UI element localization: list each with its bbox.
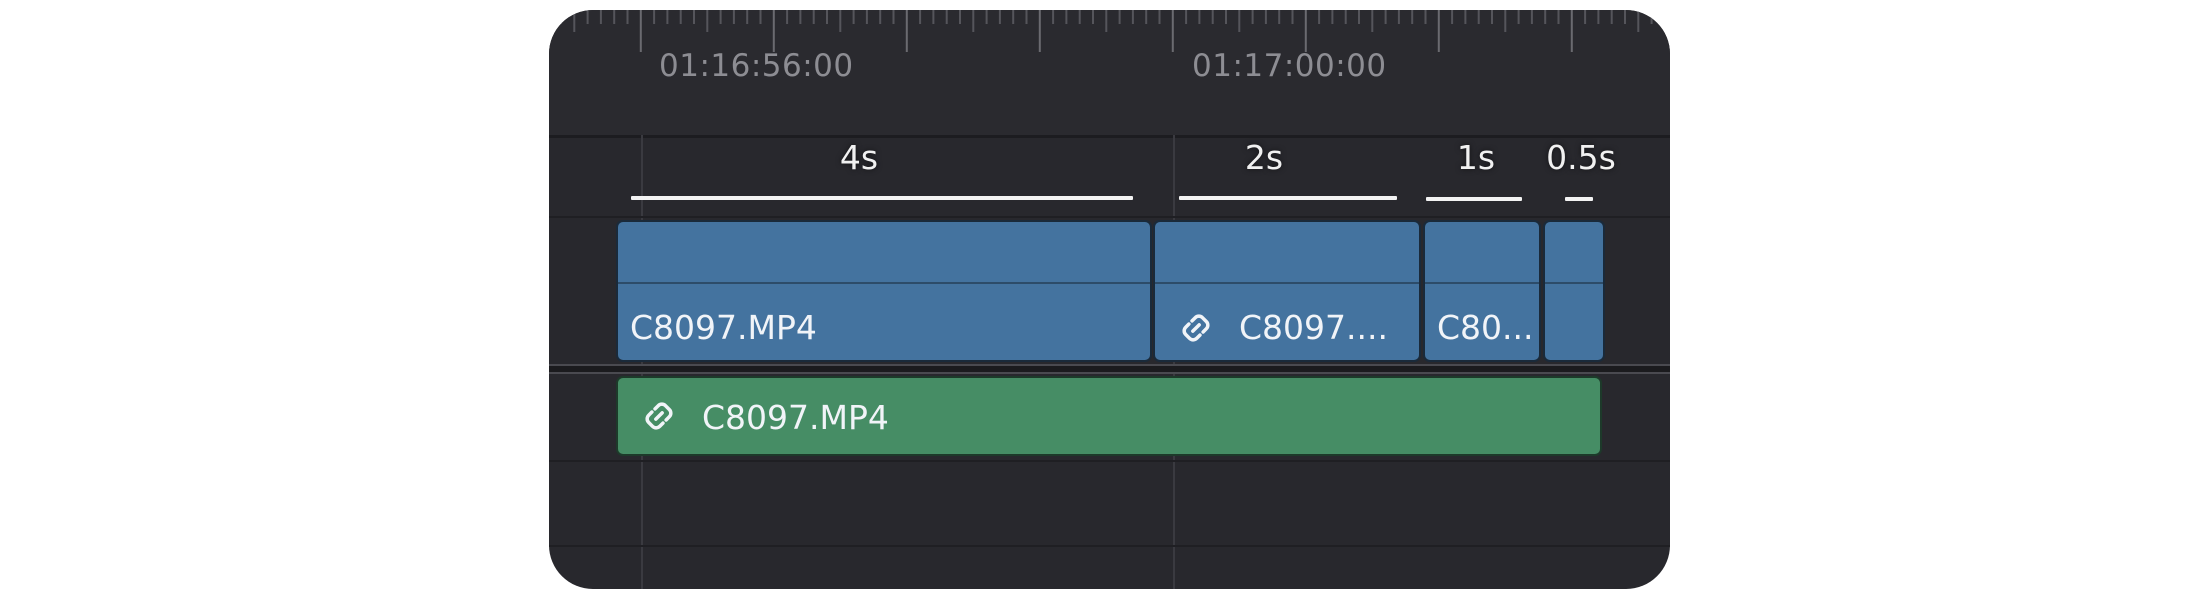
video-clip[interactable]: C80...	[1423, 220, 1541, 362]
timeline-panel: 01:16:56:00 01:17:00:00 4s 2s 1s 0.5s C8…	[549, 10, 1670, 589]
audio-clip[interactable]: C8097.MP4	[616, 376, 1602, 456]
track-separator[interactable]	[549, 364, 1670, 374]
timecode-label: 01:17:00:00	[1192, 48, 1387, 84]
clip-name: C8097....	[1239, 308, 1388, 347]
segment-duration-bar	[631, 196, 1133, 200]
segment-duration-bar	[1426, 197, 1522, 201]
clip-divider	[1545, 282, 1603, 284]
timeline-ruler[interactable]: 01:16:56:00 01:17:00:00	[549, 10, 1670, 138]
video-clip[interactable]: C8097....	[1153, 220, 1421, 362]
clip-name: C8097.MP4	[630, 308, 817, 347]
grid-line	[1173, 135, 1175, 589]
track-row-divider	[549, 460, 1670, 462]
track-row-divider	[549, 216, 1670, 218]
segment-duration-bar	[1179, 196, 1397, 200]
segment-duration-label: 4s	[839, 138, 879, 177]
track-row-divider	[549, 545, 1670, 547]
clip-name: C80...	[1437, 308, 1534, 347]
link-icon	[1182, 314, 1210, 342]
link-icon	[645, 402, 673, 430]
grid-line	[641, 135, 643, 589]
segment-duration-label: 2s	[1244, 138, 1284, 177]
clip-divider	[618, 282, 1150, 284]
segment-duration-label: 0.5s	[1546, 138, 1616, 177]
clip-divider	[1425, 282, 1539, 284]
clip-name: C8097.MP4	[702, 398, 889, 437]
segment-duration-bar	[1565, 197, 1593, 201]
video-clip[interactable]	[1543, 220, 1605, 362]
clip-divider	[1155, 282, 1419, 284]
timecode-label: 01:16:56:00	[659, 48, 854, 84]
segment-duration-label: 1s	[1456, 138, 1496, 177]
video-clip[interactable]: C8097.MP4	[616, 220, 1152, 362]
